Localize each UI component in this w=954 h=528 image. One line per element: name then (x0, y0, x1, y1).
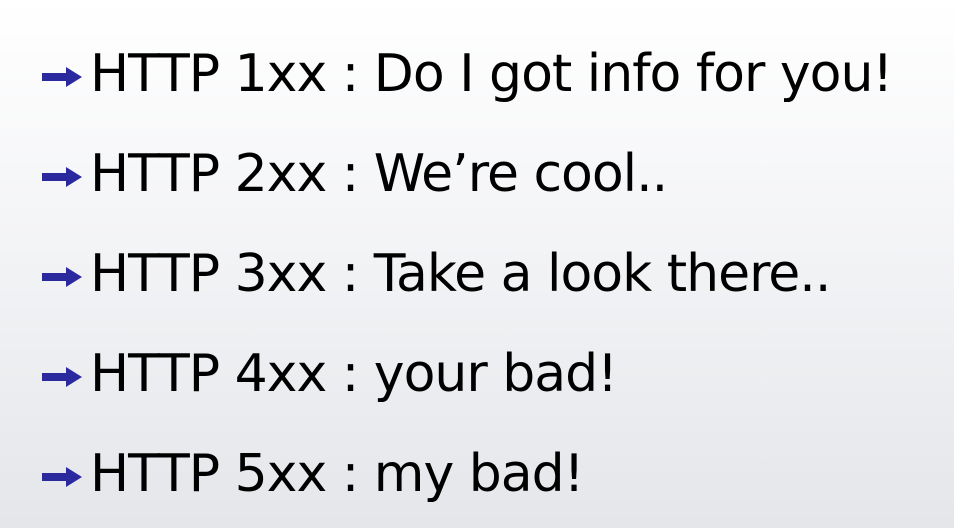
bullet-item-1xx: HTTP 1xx : Do I got info for you! (40, 24, 940, 124)
bullet-item-5xx: HTTP 5xx : my bad! (40, 424, 940, 524)
bullet-text: HTTP 5xx : my bad! (90, 444, 584, 504)
bullet-text: HTTP 3xx : Take a look there.. (90, 244, 831, 304)
arrow-right-icon (40, 364, 90, 390)
bullet-text: HTTP 4xx : your bad! (90, 344, 618, 404)
bullet-item-3xx: HTTP 3xx : Take a look there.. (40, 224, 940, 324)
slide: HTTP 1xx : Do I got info for you! HTTP 2… (0, 0, 954, 528)
arrow-right-icon (40, 164, 90, 190)
bullet-item-4xx: HTTP 4xx : your bad! (40, 324, 940, 424)
http-status-bullet-list: HTTP 1xx : Do I got info for you! HTTP 2… (40, 24, 940, 524)
arrow-right-icon (40, 64, 90, 90)
arrow-right-icon (40, 464, 90, 490)
arrow-right-icon (40, 264, 90, 290)
bullet-item-2xx: HTTP 2xx : We’re cool.. (40, 124, 940, 224)
bullet-text: HTTP 1xx : Do I got info for you! (90, 44, 893, 104)
bullet-text: HTTP 2xx : We’re cool.. (90, 144, 668, 204)
